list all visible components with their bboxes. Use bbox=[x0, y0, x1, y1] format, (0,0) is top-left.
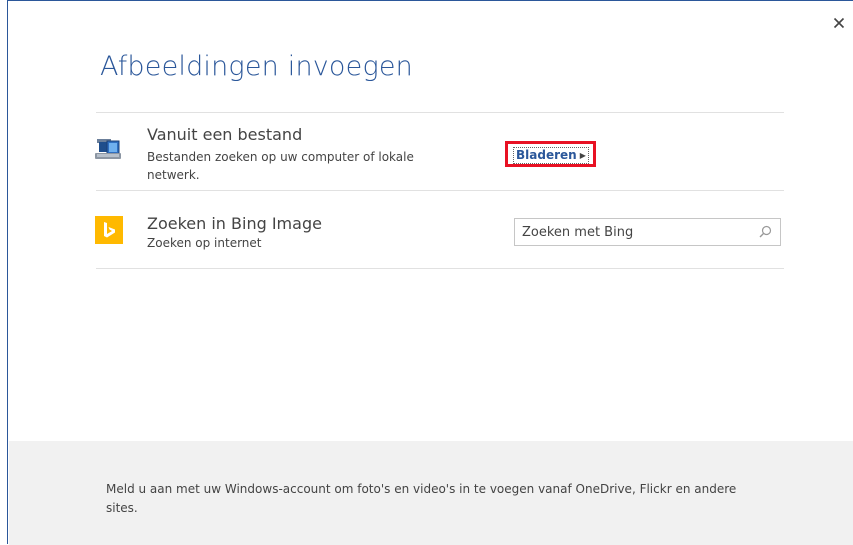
divider bbox=[96, 268, 784, 269]
search-icon[interactable] bbox=[759, 225, 772, 238]
bing-logo-icon bbox=[95, 216, 123, 244]
from-file-title: Vanuit een bestand bbox=[147, 125, 303, 144]
bing-title: Zoeken in Bing Image bbox=[147, 214, 322, 233]
divider bbox=[96, 112, 784, 113]
insert-pictures-dialog: Afbeeldingen invoegen Vanuit een bestand… bbox=[7, 0, 853, 545]
browse-highlight: Bladeren ▶ bbox=[505, 141, 596, 167]
close-icon bbox=[833, 17, 845, 29]
sign-in-footer: Meld u aan met uw Windows-account om fot… bbox=[9, 441, 853, 545]
close-button[interactable] bbox=[831, 15, 847, 31]
bing-description: Zoeken op internet bbox=[147, 236, 262, 250]
bing-search-input[interactable] bbox=[515, 219, 745, 245]
browse-button[interactable]: Bladeren ▶ bbox=[513, 147, 589, 164]
triangle-right-icon: ▶ bbox=[579, 151, 586, 160]
computer-icon bbox=[95, 139, 121, 159]
bing-search-box bbox=[514, 218, 781, 246]
browse-label: Bladeren bbox=[516, 148, 577, 162]
dialog-title: Afbeeldingen invoegen bbox=[100, 51, 413, 82]
sign-in-message: Meld u aan met uw Windows-account om fot… bbox=[106, 482, 737, 515]
from-file-description: Bestanden zoeken op uw computer of lokal… bbox=[147, 150, 414, 182]
divider bbox=[96, 190, 784, 191]
